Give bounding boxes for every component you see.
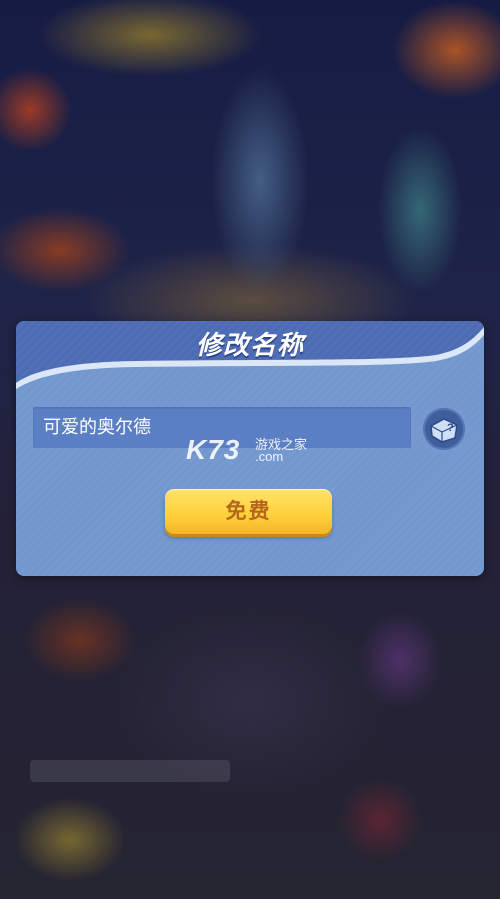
free-button-label: 免费 — [225, 500, 272, 523]
free-button[interactable]: 免费 — [165, 489, 332, 534]
dialog-title: 修改名称 — [195, 330, 304, 360]
dice-question-icon: ? — [430, 418, 458, 443]
random-name-button[interactable]: ? — [423, 408, 465, 450]
watermark-domain: .com — [255, 449, 284, 464]
background-blur-strip — [30, 760, 230, 782]
svg-text:?: ? — [447, 422, 454, 434]
watermark-logo: K73 — [186, 434, 241, 465]
k73-watermark: K73 游戏之家 .com — [186, 433, 326, 467]
dialog-header: 修改名称 — [16, 321, 484, 391]
name-input-value: 可爱的奥尔德 — [43, 417, 151, 437]
